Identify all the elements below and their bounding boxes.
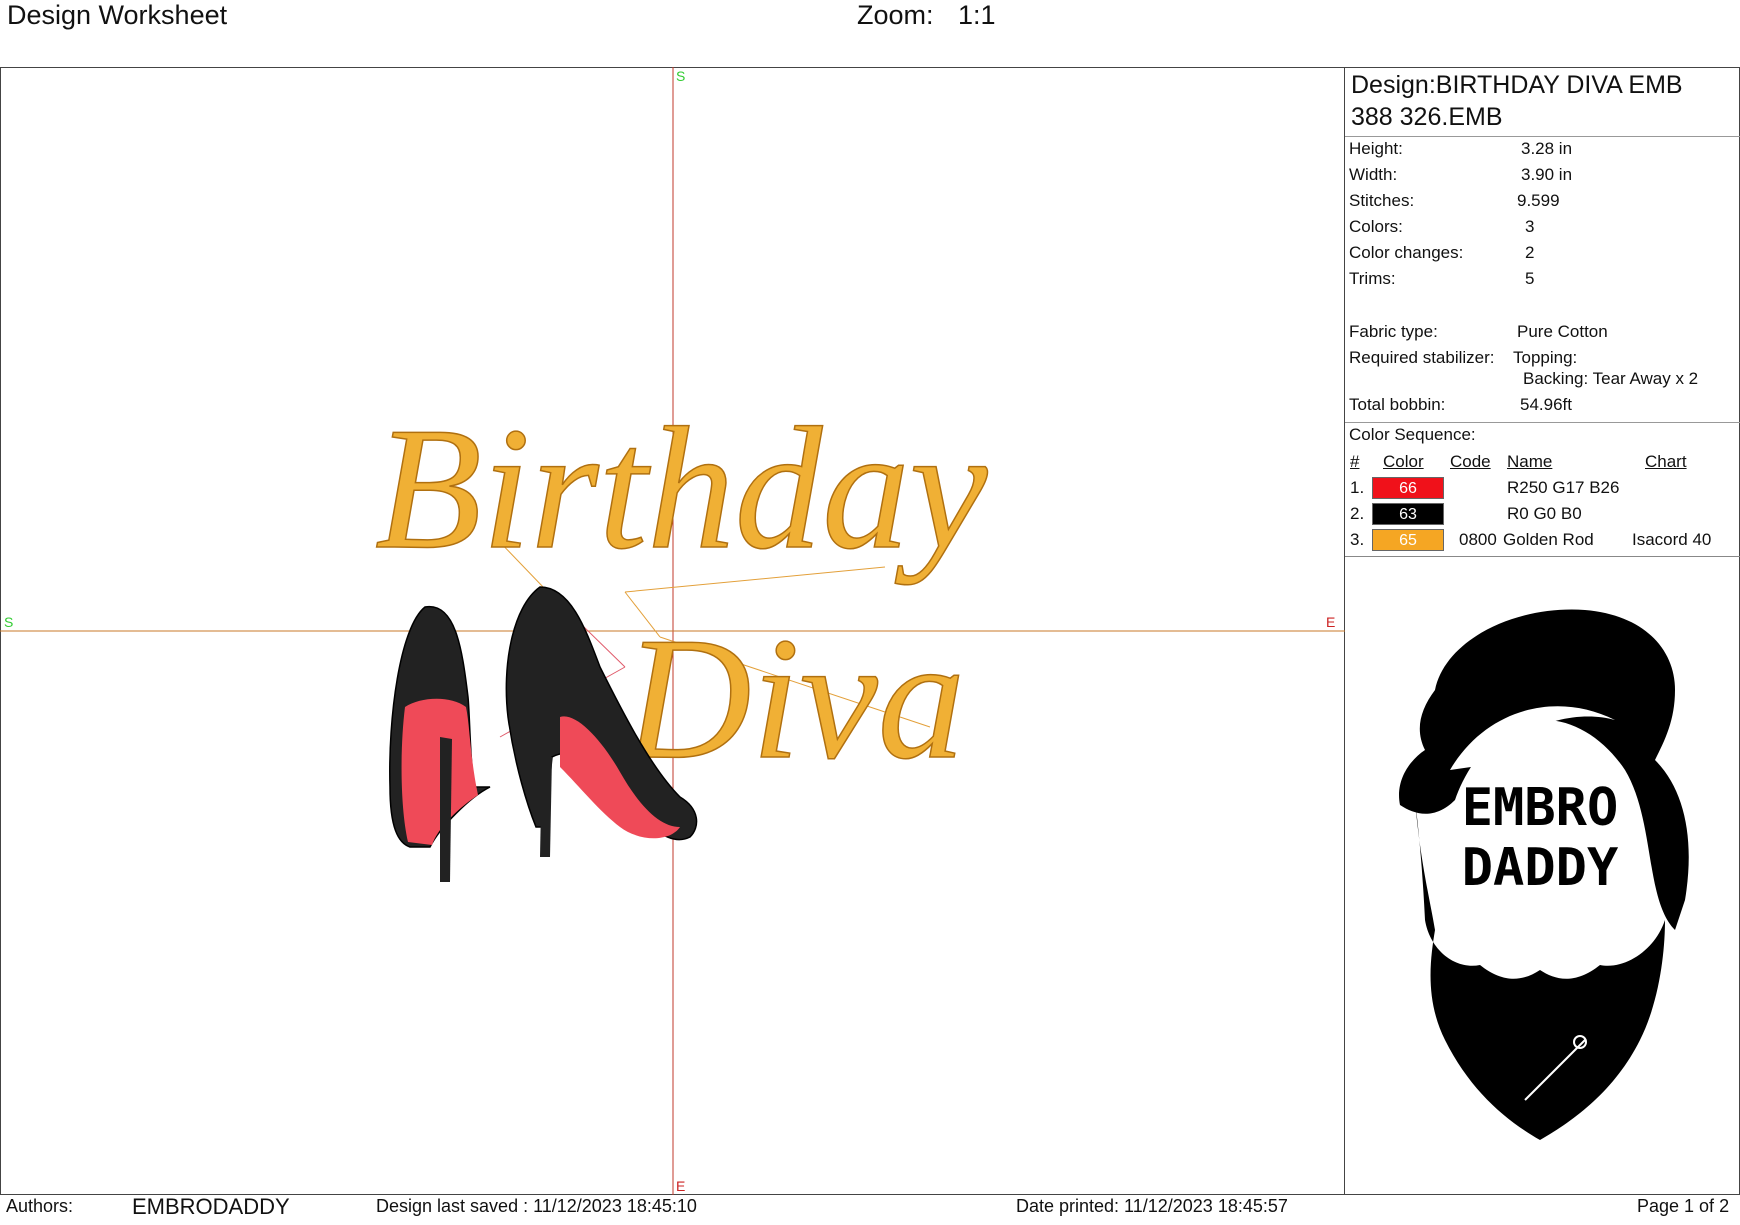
backing-value: Backing: Tear Away x 2 xyxy=(1523,369,1699,388)
right-end-marker: E xyxy=(1326,614,1335,630)
color-name: R250 G17 B26 xyxy=(1507,478,1620,497)
color-swatch-1: 66 xyxy=(1372,477,1444,499)
left-start-marker: S xyxy=(4,614,13,630)
stabilizer-label: Required stabilizer: xyxy=(1349,348,1495,367)
col-header-code: Code xyxy=(1450,452,1491,471)
trims-value: 5 xyxy=(1525,269,1535,288)
color-swatch-3: 65 xyxy=(1372,529,1444,551)
trims-label: Trims: xyxy=(1349,269,1396,288)
colors-label: Colors: xyxy=(1349,217,1403,236)
logo-text-daddy: DADDY xyxy=(1462,838,1619,898)
zoom-label: Zoom: xyxy=(857,0,934,30)
stitches-label: Stitches: xyxy=(1349,191,1415,210)
color-name: Golden Rod xyxy=(1503,530,1594,549)
design-info-panel: Design:BIRTHDAY DIVA EMB 388 326.EMB Hei… xyxy=(1345,67,1740,557)
color-row-num: 3. xyxy=(1350,530,1365,549)
bobbin-value: 54.96ft xyxy=(1520,395,1572,414)
authors-value: EMBRODADDY xyxy=(132,1194,290,1219)
design-name: Design:BIRTHDAY DIVA EMB 388 326.EMB xyxy=(1351,71,1683,131)
left-high-heel-shoe xyxy=(389,606,491,882)
page-number: Page 1 of 2 xyxy=(1637,1196,1730,1216)
bearded-man-icon: EMBRO DADDY xyxy=(1399,609,1689,1140)
col-header-num: # xyxy=(1350,452,1360,471)
color-changes-label: Color changes: xyxy=(1349,243,1464,262)
design-canvas: S S E E Birthday Diva xyxy=(0,67,1345,1195)
logo-text-embro: EMBRO xyxy=(1462,778,1619,838)
colors-value: 3 xyxy=(1525,217,1535,236)
height-value: 3.28 in xyxy=(1521,139,1573,158)
authors-label: Authors: xyxy=(6,1196,74,1216)
design-text-diva: Diva xyxy=(623,601,965,795)
worksheet-title: Design Worksheet xyxy=(7,0,228,30)
color-sequence-title: Color Sequence: xyxy=(1349,425,1476,444)
zoom-value: 1:1 xyxy=(958,0,996,30)
top-start-marker: S xyxy=(676,68,685,84)
design-preview: S S E E Birthday Diva xyxy=(0,67,1345,1195)
color-chart: Isacord 40 xyxy=(1632,530,1712,549)
bottom-end-marker: E xyxy=(676,1178,685,1194)
color-changes-value: 2 xyxy=(1525,243,1535,262)
color-row-num: 1. xyxy=(1350,478,1365,497)
date-printed: Date printed: 11/12/2023 18:45:57 xyxy=(1016,1196,1288,1216)
stitches-value: 9.599 xyxy=(1517,191,1560,210)
color-code: 0800 xyxy=(1459,530,1497,549)
col-header-name: Name xyxy=(1507,452,1553,471)
col-header-color: Color xyxy=(1383,452,1424,471)
color-name: R0 G0 B0 xyxy=(1507,504,1582,523)
height-label: Height: xyxy=(1349,139,1403,158)
divider xyxy=(1345,422,1740,423)
bobbin-label: Total bobbin: xyxy=(1349,395,1446,414)
design-text-birthday: Birthday xyxy=(375,391,988,585)
fabric-type-label: Fabric type: xyxy=(1349,322,1438,341)
divider xyxy=(1345,136,1740,137)
width-label: Width: xyxy=(1349,165,1398,184)
col-header-chart: Chart xyxy=(1645,452,1687,471)
color-row-num: 2. xyxy=(1350,504,1365,523)
fabric-type-value: Pure Cotton xyxy=(1517,322,1608,341)
topping-value: Topping: xyxy=(1513,348,1578,367)
embrodaddy-logo: EMBRO DADDY xyxy=(1375,600,1705,1160)
color-swatch-2: 63 xyxy=(1372,503,1444,525)
design-last-saved: Design last saved : 11/12/2023 18:45:10 xyxy=(376,1196,697,1216)
width-value: 3.90 in xyxy=(1521,165,1573,184)
